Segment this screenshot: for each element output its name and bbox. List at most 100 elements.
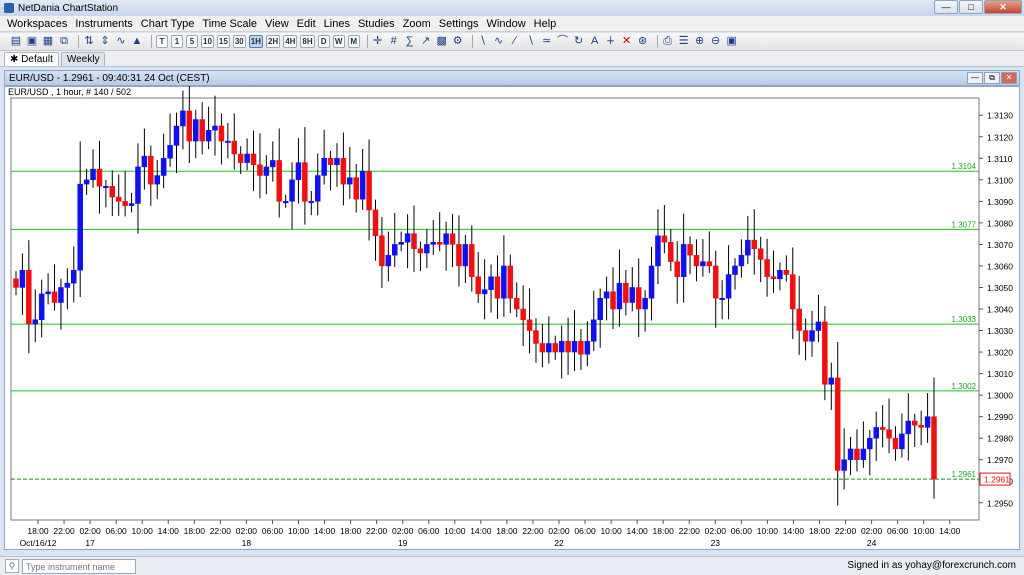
tab-default[interactable]: ✱ Default — [4, 52, 59, 66]
candle-body — [623, 282, 629, 303]
instrument-search-input[interactable] — [22, 559, 136, 574]
timeframe-15-button[interactable]: 15 — [216, 35, 230, 48]
timeframe-d-button[interactable]: D — [317, 35, 330, 48]
chart-window-controls: — ⧉ ✕ — [967, 72, 1017, 84]
x-tick-label: 02:00 — [236, 526, 258, 536]
menu-zoom[interactable]: Zoom — [399, 18, 435, 30]
erase-line-icon[interactable]: ∔ — [605, 35, 617, 48]
menu-studies[interactable]: Studies — [354, 18, 399, 30]
candle-body — [905, 420, 912, 435]
timeframe-m-button[interactable]: M — [347, 35, 360, 48]
timeframe-1-button[interactable]: 1 — [171, 35, 183, 48]
toolbar-separator — [366, 35, 368, 48]
delete-all-icon[interactable]: ⊛ — [637, 35, 649, 48]
x-tick-label: 18:00 — [653, 526, 675, 536]
candle-body — [128, 203, 135, 206]
cycle-icon[interactable]: ↻ — [573, 35, 585, 48]
timeframe-4h-button[interactable]: 4H — [283, 35, 298, 48]
print-icon[interactable]: ▦ — [42, 35, 54, 48]
menu-settings[interactable]: Settings — [435, 18, 483, 30]
x-tick-label: 02:00 — [861, 526, 883, 536]
bar-chart-icon[interactable]: ⇕ — [99, 35, 111, 48]
channel-icon[interactable]: ∕ — [509, 35, 521, 48]
candle-body — [488, 276, 494, 290]
copy-icon[interactable]: ⧉ — [58, 35, 70, 48]
candle-body — [250, 153, 257, 165]
x-tick-label: 06:00 — [418, 526, 440, 536]
trend-icon[interactable]: ↗ — [420, 35, 432, 48]
candle-body — [469, 244, 475, 277]
candle-body — [289, 179, 295, 202]
candle-body — [77, 183, 83, 271]
candle-body — [886, 429, 892, 439]
candle-body — [205, 130, 212, 142]
menu-help[interactable]: Help — [530, 18, 561, 30]
grid-icon[interactable]: # — [388, 35, 400, 48]
menu-window[interactable]: Window — [483, 18, 530, 30]
timeframe-w-button[interactable]: W — [332, 35, 345, 48]
chart-minimize-icon[interactable]: — — [967, 72, 983, 84]
chart-restore-icon[interactable]: ⧉ — [984, 72, 1000, 84]
zoom-out-icon[interactable]: ⊖ — [710, 35, 722, 48]
close-icon[interactable]: ✕ — [984, 0, 1022, 14]
y-tick-label: 1.2950 — [987, 498, 1013, 508]
timeframe-8h-button[interactable]: 8H — [300, 35, 315, 48]
candle-chart-icon[interactable]: ⇅ — [83, 35, 95, 48]
properties-icon[interactable]: ☰ — [678, 35, 690, 48]
menu-view[interactable]: View — [261, 18, 293, 30]
pitchfork-icon[interactable]: ≃ — [541, 35, 553, 48]
menu-edit[interactable]: Edit — [293, 18, 320, 30]
x-tick-label: 06:00 — [574, 526, 596, 536]
timeframe-5-button[interactable]: 5 — [186, 35, 198, 48]
candle-body — [379, 235, 385, 267]
x-tick-label: 22:00 — [679, 526, 701, 536]
candle-body — [180, 110, 186, 127]
menu-instruments[interactable]: Instruments — [71, 18, 136, 30]
timeframe-2h-button[interactable]: 2H — [265, 35, 281, 48]
workspace-tabs: ✱ Default Weekly — [0, 51, 1024, 67]
minimize-icon[interactable]: — — [934, 0, 958, 14]
print-chart-icon[interactable]: ⎙ — [662, 35, 674, 48]
timeframe-30-button[interactable]: 30 — [232, 35, 246, 48]
area-chart-icon[interactable]: ▲ — [131, 35, 143, 48]
x-tick-label: 22:00 — [210, 526, 232, 536]
fit-icon[interactable]: ▣ — [726, 35, 738, 48]
tab-weekly[interactable]: Weekly — [60, 52, 106, 66]
candle-body — [822, 321, 828, 385]
indicator-icon[interactable]: ∑ — [404, 35, 416, 48]
timeframe-1h-button[interactable]: 1H — [248, 35, 263, 48]
candle-body — [276, 160, 282, 202]
save-icon[interactable]: ▣ — [26, 35, 38, 48]
menu-workspaces[interactable]: Workspaces — [3, 18, 71, 30]
chart-close-icon[interactable]: ✕ — [1001, 72, 1017, 84]
menu-lines[interactable]: Lines — [320, 18, 354, 30]
signed-in-label: Signed in as yohay@forexcrunch.com — [847, 560, 1016, 571]
line-tool-icon[interactable]: ∖ — [477, 35, 489, 48]
fibonacci-icon[interactable]: ∿ — [493, 35, 505, 48]
zoom-in-icon[interactable]: ⊕ — [694, 35, 706, 48]
menu-time-scale[interactable]: Time Scale — [198, 18, 261, 30]
volume-icon[interactable]: ▩ — [436, 35, 448, 48]
new-workspace-icon[interactable]: ▤ — [10, 35, 22, 48]
study-icon[interactable]: ⚙ — [452, 35, 464, 48]
price-chart[interactable]: 1.3130 1.3120 1.3110 1.3100 1.3090 1.3080 1.30… — [4, 86, 1020, 550]
timeframe-10-button[interactable]: 10 — [201, 35, 214, 48]
search-icon[interactable]: ⚲ — [5, 559, 19, 573]
line-chart-icon[interactable]: ∿ — [115, 35, 127, 48]
timeframe-t-button[interactable]: T — [156, 35, 168, 48]
timeframe-group: T 1 5 10 15 30 1H 2H 4H 8H D W M — [156, 35, 363, 48]
candle-body — [732, 265, 738, 275]
candle-body — [847, 448, 854, 460]
menu-chart-type[interactable]: Chart Type — [137, 18, 199, 30]
date-label: 17 — [85, 538, 95, 548]
text-tool-icon[interactable]: A — [589, 35, 601, 48]
candle-body — [655, 235, 661, 267]
arc-icon[interactable]: ⌒ — [557, 35, 569, 48]
delete-icon[interactable]: ✕ — [621, 35, 633, 48]
candle-body — [481, 289, 488, 295]
gann-icon[interactable]: ∖ — [525, 35, 537, 48]
candle-body — [436, 242, 443, 245]
maximize-icon[interactable]: □ — [959, 0, 983, 14]
crosshair-icon[interactable]: ✛ — [372, 35, 384, 48]
y-tick-label: 1.3000 — [987, 391, 1013, 401]
